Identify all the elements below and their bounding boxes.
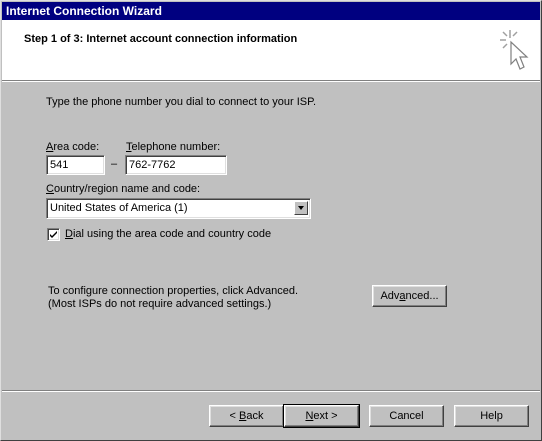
back-button[interactable]: < Back	[209, 405, 284, 427]
cancel-button[interactable]: Cancel	[369, 405, 444, 427]
dial-area-code-label[interactable]: Dial using the area code and country cod…	[65, 228, 271, 240]
title-bar[interactable]: Internet Connection Wizard	[2, 2, 540, 20]
telephone-input[interactable]: 762-7762	[125, 155, 227, 175]
next-button[interactable]: Next >	[283, 404, 360, 428]
country-selected-value: United States of America (1)	[50, 202, 188, 214]
area-code-input[interactable]: 541	[46, 155, 105, 175]
step-title: Step 1 of 3: Internet account connection…	[24, 33, 298, 45]
telephone-label: Telephone number:	[126, 141, 221, 153]
wizard-cursor-icon	[496, 26, 532, 76]
checkmark-icon	[50, 231, 57, 238]
window-title: Internet Connection Wizard	[6, 4, 162, 18]
dial-area-code-checkbox[interactable]	[47, 228, 60, 241]
help-button[interactable]: Help	[454, 405, 529, 427]
wizard-header: Step 1 of 3: Internet account connection…	[2, 20, 540, 80]
chevron-down-icon[interactable]	[294, 201, 308, 215]
dash-separator: –	[111, 158, 118, 170]
instruction-text: Type the phone number you dial to connec…	[46, 96, 317, 108]
country-label: Country/region name and code:	[46, 183, 201, 195]
advanced-note-line2: (Most ISPs do not require advanced setti…	[48, 298, 272, 310]
advanced-button[interactable]: Advanced...	[372, 285, 447, 307]
country-select[interactable]: United States of America (1)	[46, 198, 311, 219]
advanced-note-line1: To configure connection properties, clic…	[48, 285, 299, 297]
footer-divider	[2, 390, 540, 392]
area-code-label: Area code:	[46, 141, 100, 153]
wizard-window: Internet Connection Wizard Step 1 of 3: …	[0, 0, 542, 441]
header-divider	[2, 80, 540, 82]
